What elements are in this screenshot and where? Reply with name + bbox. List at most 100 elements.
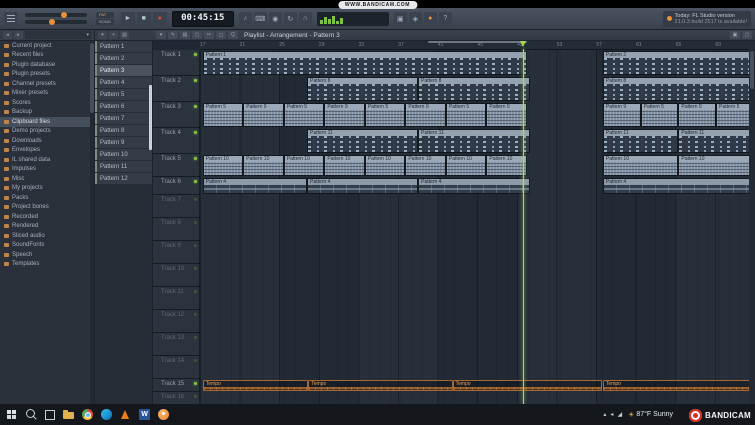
song-mode-label[interactable]: SONG xyxy=(96,19,114,25)
browser-scroll-thumb[interactable] xyxy=(90,43,94,113)
select-tool-icon[interactable]: ◻ xyxy=(216,31,226,39)
fl-studio-icon[interactable] xyxy=(155,406,172,423)
pattern-clip[interactable]: Pattern 9 xyxy=(243,103,284,127)
pattern-clip[interactable]: Pattern 9 xyxy=(602,103,641,127)
track-enable-led[interactable] xyxy=(194,79,197,82)
browser-item-project-bones[interactable]: Project bones xyxy=(0,203,94,213)
browser-forward-icon[interactable]: ▸ xyxy=(14,31,23,39)
edge-icon[interactable] xyxy=(98,406,115,423)
multilink-icon[interactable]: ◈ xyxy=(408,12,422,25)
track-enable-led[interactable] xyxy=(194,244,197,247)
browser-item-demo-projects[interactable]: Demo projects xyxy=(0,127,94,137)
browser-scrollbar[interactable] xyxy=(90,41,94,404)
track-enable-led[interactable] xyxy=(194,290,197,293)
master-volume-slider[interactable] xyxy=(25,12,87,18)
pattern-list-item[interactable]: Pattern 2 xyxy=(95,53,152,64)
browser-item-recorded[interactable]: Recorded xyxy=(0,212,94,222)
pattern-clip[interactable]: Pattern 4 xyxy=(418,178,530,194)
pattern-list-item[interactable]: Pattern 3 xyxy=(95,65,152,76)
track-enable-led[interactable] xyxy=(194,180,197,183)
pattern-clip[interactable]: Pattern 10 xyxy=(678,155,754,176)
pattern-clip[interactable]: Pattern 11 xyxy=(418,129,530,153)
stop-button[interactable]: ■ xyxy=(136,11,151,26)
browser-item-plugin-database[interactable]: Plugin database xyxy=(0,60,94,70)
browser-item-rendered[interactable]: Rendered xyxy=(0,222,94,232)
track-enable-led[interactable] xyxy=(194,267,197,270)
draw-tool-icon[interactable]: ✎ xyxy=(168,31,178,39)
track-name-cell[interactable]: Track 15 xyxy=(153,379,200,392)
vlc-icon[interactable] xyxy=(117,406,134,423)
track-enable-led[interactable] xyxy=(194,131,197,134)
track-name-cell[interactable]: Track 2 xyxy=(153,76,200,102)
pattern-clip[interactable]: Pattern 10 xyxy=(445,155,487,176)
pattern-clip[interactable]: Pattern 10 xyxy=(405,155,446,176)
track-enable-led[interactable] xyxy=(194,105,197,108)
browser-item-downloads[interactable]: Downloads xyxy=(0,136,94,146)
search-button[interactable] xyxy=(22,406,39,423)
pattern-clip[interactable]: Pattern 10 xyxy=(243,155,284,176)
track-lane[interactable]: Pattern 1 Pattern 2 xyxy=(200,50,755,76)
track-name-cell[interactable]: Track 13 xyxy=(153,333,200,356)
track-enable-led[interactable] xyxy=(194,221,197,224)
pattern-clip[interactable]: Pattern 10 xyxy=(283,155,325,176)
track-name-cell[interactable]: Track 12 xyxy=(153,310,200,333)
track-name-cell[interactable]: Track 6 xyxy=(153,177,200,195)
pattern-clip[interactable]: Pattern 5 xyxy=(202,103,244,127)
pattern-clip[interactable]: Pattern 10 xyxy=(364,155,406,176)
pattern-clip[interactable]: Pattern 4 xyxy=(307,178,419,194)
pattern-list-item[interactable]: Pattern 4 xyxy=(95,77,152,88)
track-name-cell[interactable]: Track 3 xyxy=(153,102,200,128)
pattern-clip[interactable]: Pattern 5 xyxy=(283,103,325,127)
track-lane[interactable] xyxy=(200,195,755,218)
pattern-clip[interactable]: Pattern 11 xyxy=(307,129,419,153)
wait-input-icon[interactable]: ◉ xyxy=(268,12,282,25)
main-menu-button[interactable] xyxy=(4,11,18,26)
pattern-clone-icon[interactable]: ▤ xyxy=(120,31,129,39)
zoom-tool-icon[interactable]: Q xyxy=(228,31,238,39)
track-lane[interactable] xyxy=(200,333,755,356)
browser-item-misc[interactable]: Misc xyxy=(0,174,94,184)
pattern-clip[interactable]: Pattern 1 xyxy=(202,51,527,75)
track-name-cell[interactable]: Track 5 xyxy=(153,154,200,177)
playlist-ruler[interactable]: 17 21 25 29 33 37 41 45 49 53 57 61 65 69 xyxy=(200,41,755,50)
track-lane[interactable]: Pattern 8 Pattern 8 Pattern 8 xyxy=(200,76,755,102)
track-name-cell[interactable]: Track 16 xyxy=(153,392,200,404)
pattern-list-item[interactable]: Pattern 5 xyxy=(95,89,152,100)
pattern-clip[interactable]: Pattern 10 xyxy=(202,155,244,176)
pattern-clip[interactable]: Pattern 9 xyxy=(678,103,717,127)
news-icon[interactable]: ● xyxy=(423,12,437,25)
browser-item-speech[interactable]: Speech xyxy=(0,250,94,260)
pattern-list-item[interactable]: Pattern 9 xyxy=(95,137,152,148)
browser-view-dropdown[interactable]: ▾ xyxy=(25,31,91,39)
pattern-clip[interactable]: Pattern 8 xyxy=(602,77,754,101)
browser-item-clipboard-files[interactable]: Clipboard files xyxy=(0,117,94,127)
browser-item-recent-files[interactable]: Recent files xyxy=(0,51,94,61)
track-enable-led[interactable] xyxy=(194,313,197,316)
track-lane[interactable] xyxy=(200,241,755,264)
track-name-cell[interactable]: Track 9 xyxy=(153,241,200,264)
loop-record-icon[interactable]: ↻ xyxy=(283,12,297,25)
browser-item-impulses[interactable]: Impulses xyxy=(0,165,94,175)
track-name-cell[interactable]: Track 11 xyxy=(153,287,200,310)
pattern-clip[interactable]: Pattern 9 xyxy=(324,103,365,127)
playlist-menu-icon[interactable]: ▾ xyxy=(156,31,166,39)
track-lane[interactable]: Pattern 5 Pattern 9 Pattern 5 Pattern 9 Patt… xyxy=(200,102,755,128)
pattern-clip[interactable]: Pattern 10 xyxy=(602,155,679,176)
pattern-clip[interactable]: Pattern 2 xyxy=(602,51,754,75)
track-enable-led[interactable] xyxy=(194,359,197,362)
pattern-clip[interactable]: Pattern 10 xyxy=(324,155,365,176)
pattern-clip[interactable]: Pattern 4 xyxy=(202,178,308,194)
pat-mode-label[interactable]: PAT xyxy=(96,12,114,18)
browser-item-soundfonts[interactable]: SoundFonts xyxy=(0,241,94,251)
track-lane[interactable] xyxy=(200,392,755,404)
track-lane[interactable]: Pattern 4 Pattern 4 Pattern 4 Pattern 4 xyxy=(200,177,755,195)
track-lane[interactable] xyxy=(200,218,755,241)
pattern-list-item[interactable]: Pattern 6 xyxy=(95,101,152,112)
pattern-clip[interactable]: Tempo xyxy=(452,380,603,391)
pattern-clip[interactable]: Tempo xyxy=(308,380,453,391)
volume-knob[interactable] xyxy=(61,12,67,18)
track-name-cell[interactable]: Track 8 xyxy=(153,218,200,241)
pattern-clip[interactable]: Pattern 9 xyxy=(486,103,527,127)
help-icon[interactable]: ? xyxy=(438,12,452,25)
network-icon[interactable]: ◢ xyxy=(617,411,622,418)
